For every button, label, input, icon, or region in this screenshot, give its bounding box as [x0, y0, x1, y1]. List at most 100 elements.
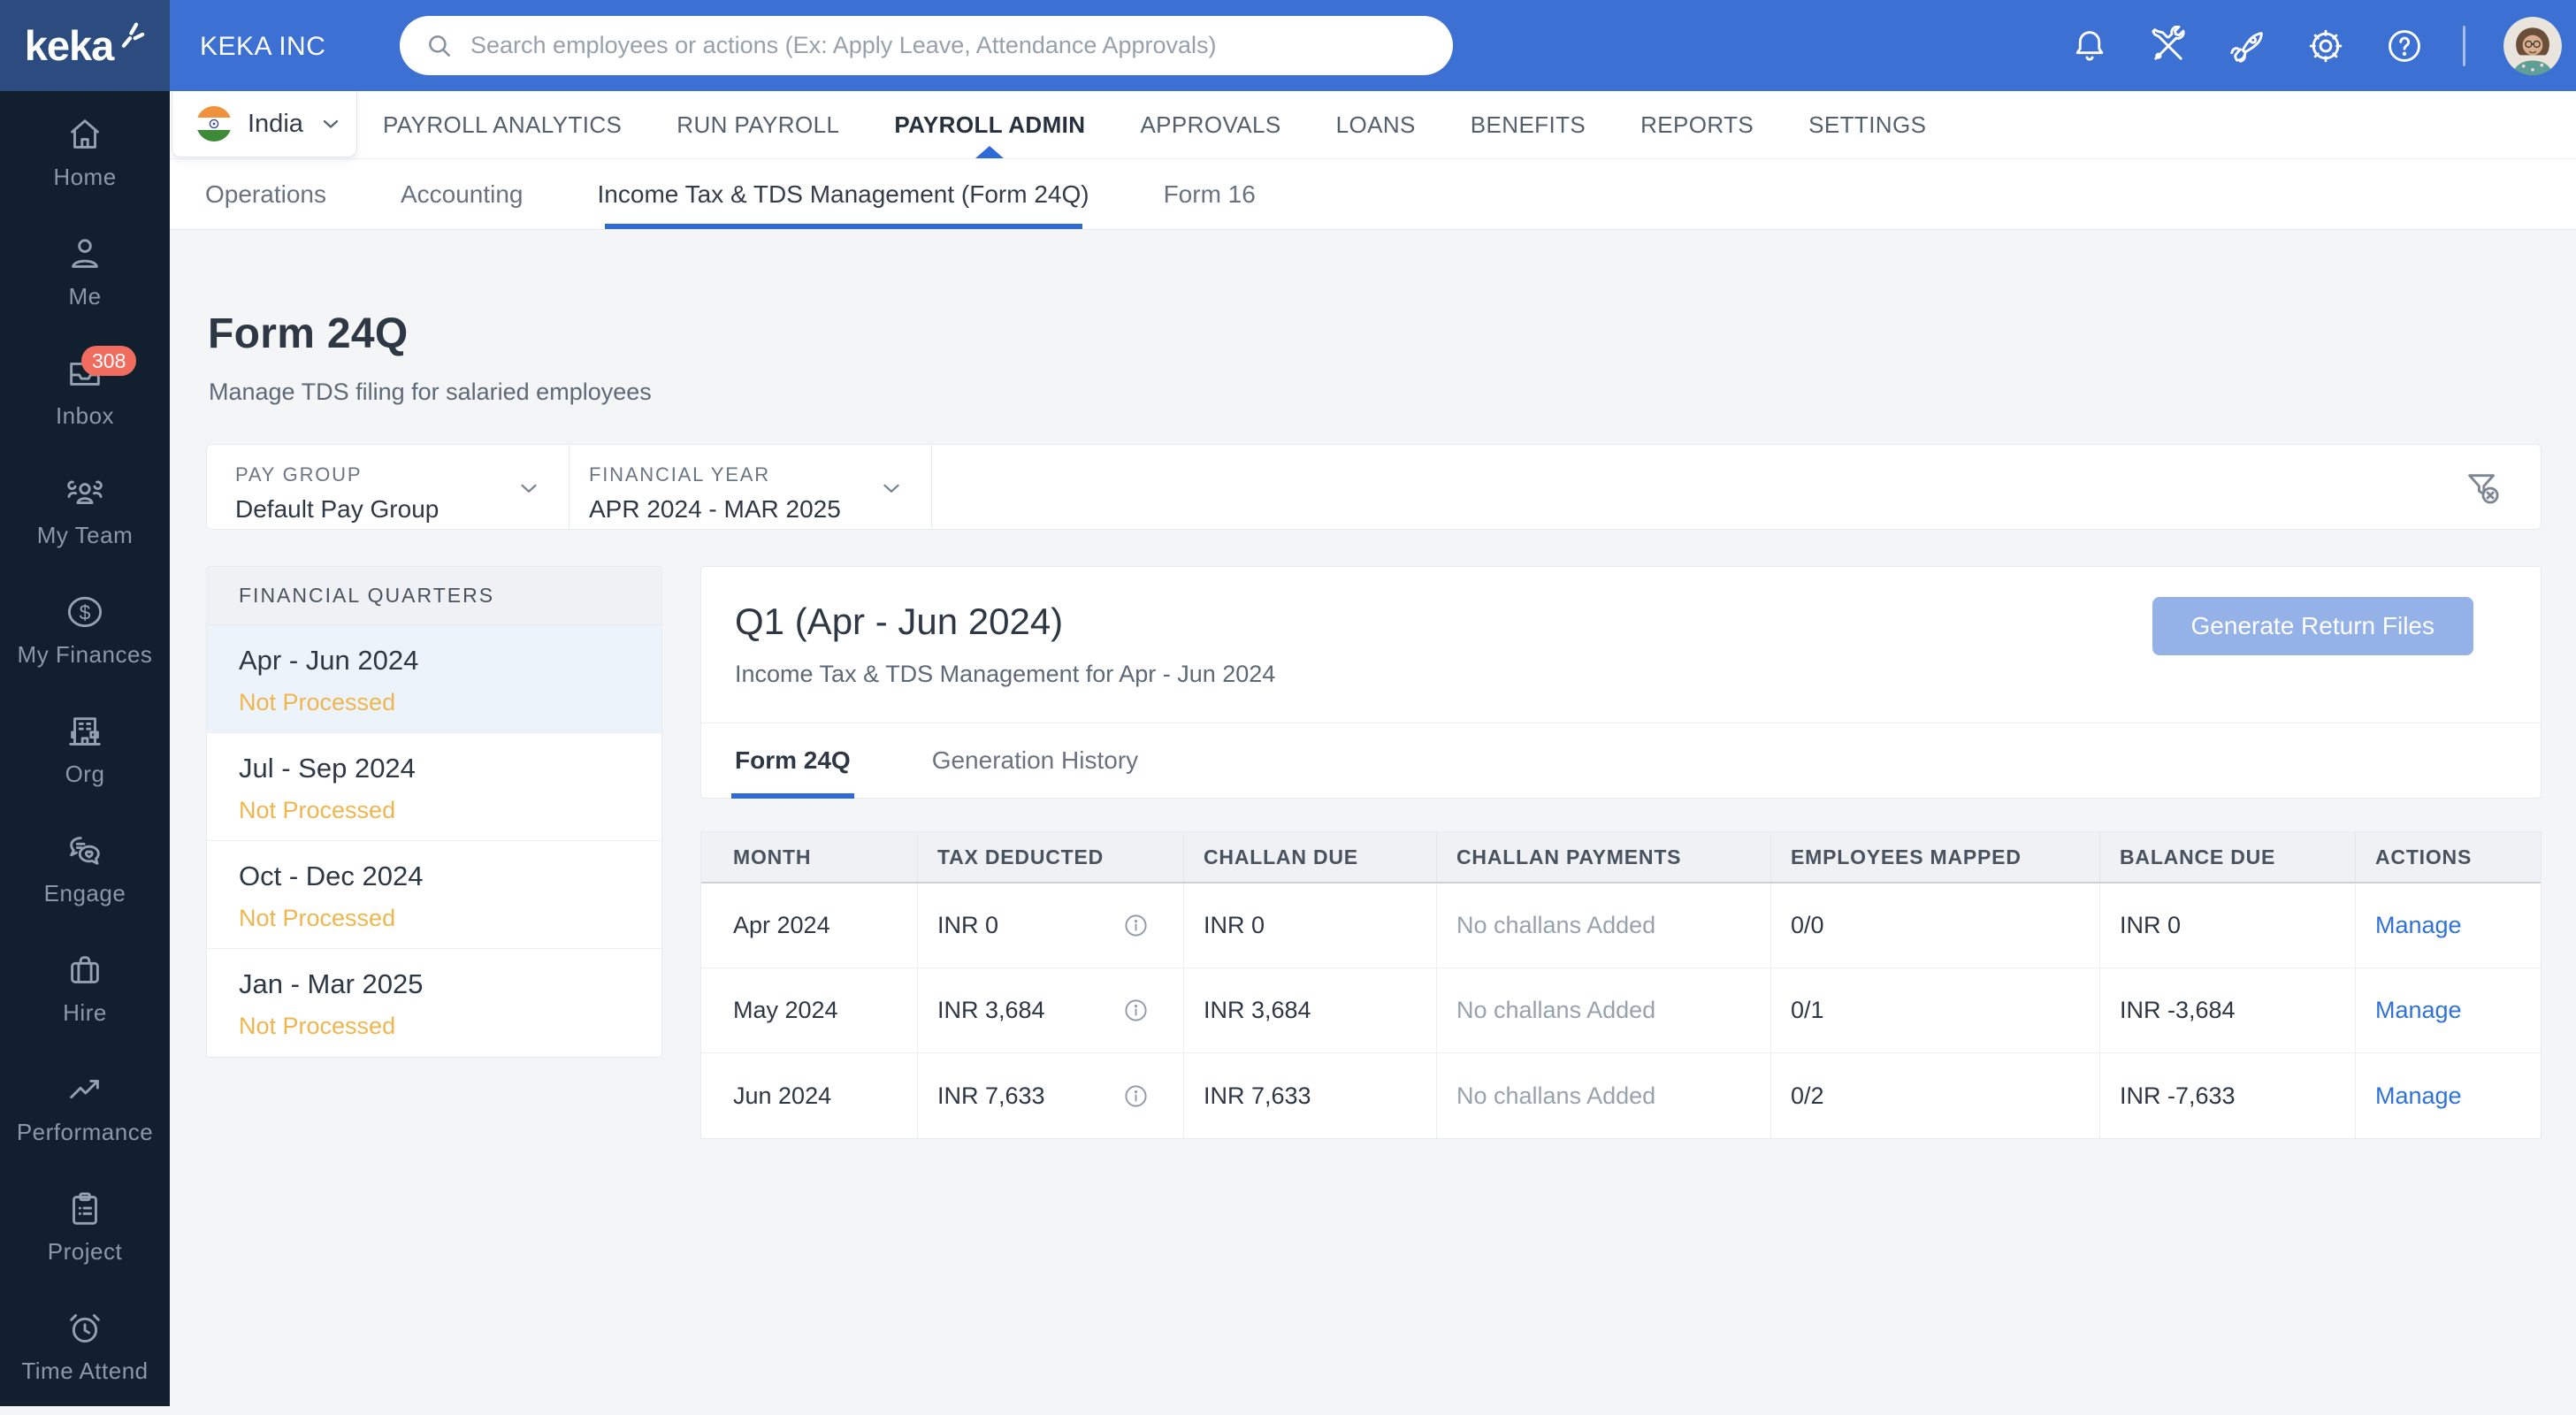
cell-tax-deducted: INR 3,684	[918, 968, 1184, 1052]
tab-reports[interactable]: REPORTS	[1640, 91, 1754, 158]
sidebar-item-label: Home	[53, 164, 116, 191]
content: Form 24Q Manage TDS filing for salaried …	[170, 230, 2576, 1406]
quarter-label: Jul - Sep 2024	[239, 753, 661, 784]
cell-challan-payments: No challans Added	[1437, 883, 1771, 968]
sidebar-item-project[interactable]: Project	[0, 1176, 170, 1296]
sidebar-item-label: Hire	[63, 999, 107, 1027]
sidebar-item-label: Engage	[44, 880, 126, 907]
sidebar-item-label: My Finances	[18, 641, 153, 669]
column-header-month: MONTH	[701, 832, 918, 882]
sidebar-item-label: Org	[65, 761, 105, 788]
quarter-item-jul-sep-2024[interactable]: Jul - Sep 2024 Not Processed	[207, 733, 661, 841]
quarter-status: Not Processed	[239, 905, 661, 932]
cell-balance-due: INR -7,633	[2100, 1053, 2356, 1138]
info-icon[interactable]	[1122, 997, 1150, 1024]
bell-icon[interactable]	[2069, 26, 2110, 66]
tab-form-16[interactable]: Form 16	[1164, 159, 1256, 229]
tab-accounting[interactable]: Accounting	[401, 159, 524, 229]
manage-link[interactable]: Manage	[2375, 912, 2462, 939]
tab-operations[interactable]: Operations	[205, 159, 326, 229]
cell-month: May 2024	[701, 968, 918, 1052]
cell-challan-payments: No challans Added	[1437, 968, 1771, 1052]
sidebar-item-time-attend[interactable]: Time Attend	[0, 1296, 170, 1415]
tax-deducted-value: INR 3,684	[937, 997, 1045, 1024]
sidebar-item-hire[interactable]: Hire	[0, 937, 170, 1057]
chat-heart-icon	[65, 830, 105, 871]
sidebar-item-me[interactable]: Me	[0, 221, 170, 340]
tab-approvals[interactable]: APPROVALS	[1140, 91, 1280, 158]
filter-bar: PAY GROUP Default Pay Group FINANCIAL YE…	[206, 444, 2542, 530]
logo-spark-icon	[115, 19, 145, 50]
sidebar-nav: Home Me 308 Inbox My Team $ My Finances …	[0, 91, 170, 1415]
tab-benefits[interactable]: BENEFITS	[1471, 91, 1586, 158]
cell-challan-due: INR 7,633	[1184, 1053, 1437, 1138]
svg-text:$: $	[80, 600, 91, 623]
sidebar-item-label: Performance	[17, 1119, 153, 1146]
cell-balance-due: INR 0	[2100, 883, 2356, 968]
tab-income-tax-tds[interactable]: Income Tax & TDS Management (Form 24Q)	[598, 159, 1089, 229]
person-icon	[65, 233, 105, 274]
cell-tax-deducted: INR 0	[918, 883, 1184, 968]
country-selector[interactable]: India	[172, 91, 357, 157]
clipboard-icon	[65, 1189, 105, 1229]
tax-deducted-value: INR 0	[937, 912, 998, 939]
sidebar-item-performance[interactable]: Performance	[0, 1057, 170, 1176]
topbar-divider	[2463, 26, 2465, 66]
tab-payroll-admin[interactable]: PAYROLL ADMIN	[894, 91, 1085, 158]
sub-nav: Operations Accounting Income Tax & TDS M…	[170, 159, 2576, 230]
country-label: India	[248, 110, 303, 139]
user-avatar[interactable]	[2503, 17, 2562, 75]
tax-deducted-value: INR 7,633	[937, 1082, 1045, 1110]
gear-icon[interactable]	[2305, 26, 2346, 66]
page-subtitle: Manage TDS filing for salaried employees	[209, 379, 652, 406]
sidebar-item-label: My Team	[37, 522, 134, 549]
cell-month: Jun 2024	[701, 1053, 918, 1138]
sidebar-item-my-team[interactable]: My Team	[0, 460, 170, 579]
sidebar-item-org[interactable]: Org	[0, 699, 170, 818]
sidebar-item-engage[interactable]: Engage	[0, 818, 170, 937]
quarter-label: Apr - Jun 2024	[239, 645, 661, 677]
table-row: Apr 2024 INR 0 INR 0 No challans Added 0…	[701, 883, 2541, 968]
manage-link[interactable]: Manage	[2375, 1082, 2462, 1110]
generate-return-files-button[interactable]: Generate Return Files	[2152, 597, 2473, 655]
tab-generation-history[interactable]: Generation History	[932, 723, 1138, 798]
global-search[interactable]	[400, 16, 1453, 75]
info-icon[interactable]	[1122, 1082, 1150, 1110]
dollar-icon: $	[65, 592, 105, 632]
sidebar-item-inbox[interactable]: 308 Inbox	[0, 340, 170, 460]
manage-link[interactable]: Manage	[2375, 997, 2462, 1024]
quarter-item-apr-jun-2024[interactable]: Apr - Jun 2024 Not Processed	[207, 625, 661, 733]
quarter-item-jan-mar-2025[interactable]: Jan - Mar 2025 Not Processed	[207, 949, 661, 1057]
quarter-item-oct-dec-2024[interactable]: Oct - Dec 2024 Not Processed	[207, 841, 661, 949]
sidebar-item-home[interactable]: Home	[0, 102, 170, 221]
tab-settings[interactable]: SETTINGS	[1808, 91, 1926, 158]
cell-challan-payments: No challans Added	[1437, 1053, 1771, 1138]
help-icon[interactable]	[2384, 26, 2425, 66]
search-input[interactable]	[470, 32, 1428, 59]
topbar: KEKA INC	[170, 0, 2576, 91]
financial-quarters-panel: FINANCIAL QUARTERS Apr - Jun 2024 Not Pr…	[206, 566, 662, 1058]
tab-loans[interactable]: LOANS	[1336, 91, 1416, 158]
rocket-icon[interactable]	[2227, 26, 2267, 66]
tools-icon[interactable]	[2148, 26, 2189, 66]
cell-employees-mapped: 0/2	[1771, 1053, 2100, 1138]
chevron-down-icon	[878, 475, 905, 501]
column-header-tax-deducted: TAX DEDUCTED	[918, 832, 1184, 882]
quarter-label: Jan - Mar 2025	[239, 968, 661, 1000]
sidebar-item-my-finances[interactable]: $ My Finances	[0, 579, 170, 699]
cell-tax-deducted: INR 7,633	[918, 1053, 1184, 1138]
info-icon[interactable]	[1122, 912, 1150, 939]
quarter-detail-panel: Q1 (Apr - Jun 2024) Income Tax & TDS Man…	[700, 566, 2542, 799]
column-header-challan-due: CHALLAN DUE	[1184, 832, 1437, 882]
clear-filter-icon[interactable]	[2463, 468, 2503, 509]
inbox-badge: 308	[81, 346, 136, 376]
tab-payroll-analytics[interactable]: PAYROLL ANALYTICS	[383, 91, 622, 158]
financial-year-dropdown[interactable]: FINANCIAL YEAR APR 2024 - MAR 2025	[569, 445, 932, 529]
keka-logo[interactable]: keka	[0, 0, 170, 91]
form-24q-table: MONTH TAX DEDUCTED CHALLAN DUE CHALLAN P…	[700, 831, 2542, 1139]
quarter-status: Not Processed	[239, 689, 661, 716]
tab-run-payroll[interactable]: RUN PAYROLL	[676, 91, 839, 158]
sidebar-item-label: Project	[48, 1238, 122, 1266]
pay-group-dropdown[interactable]: PAY GROUP Default Pay Group	[207, 445, 569, 529]
tab-form-24q[interactable]: Form 24Q	[735, 723, 851, 798]
